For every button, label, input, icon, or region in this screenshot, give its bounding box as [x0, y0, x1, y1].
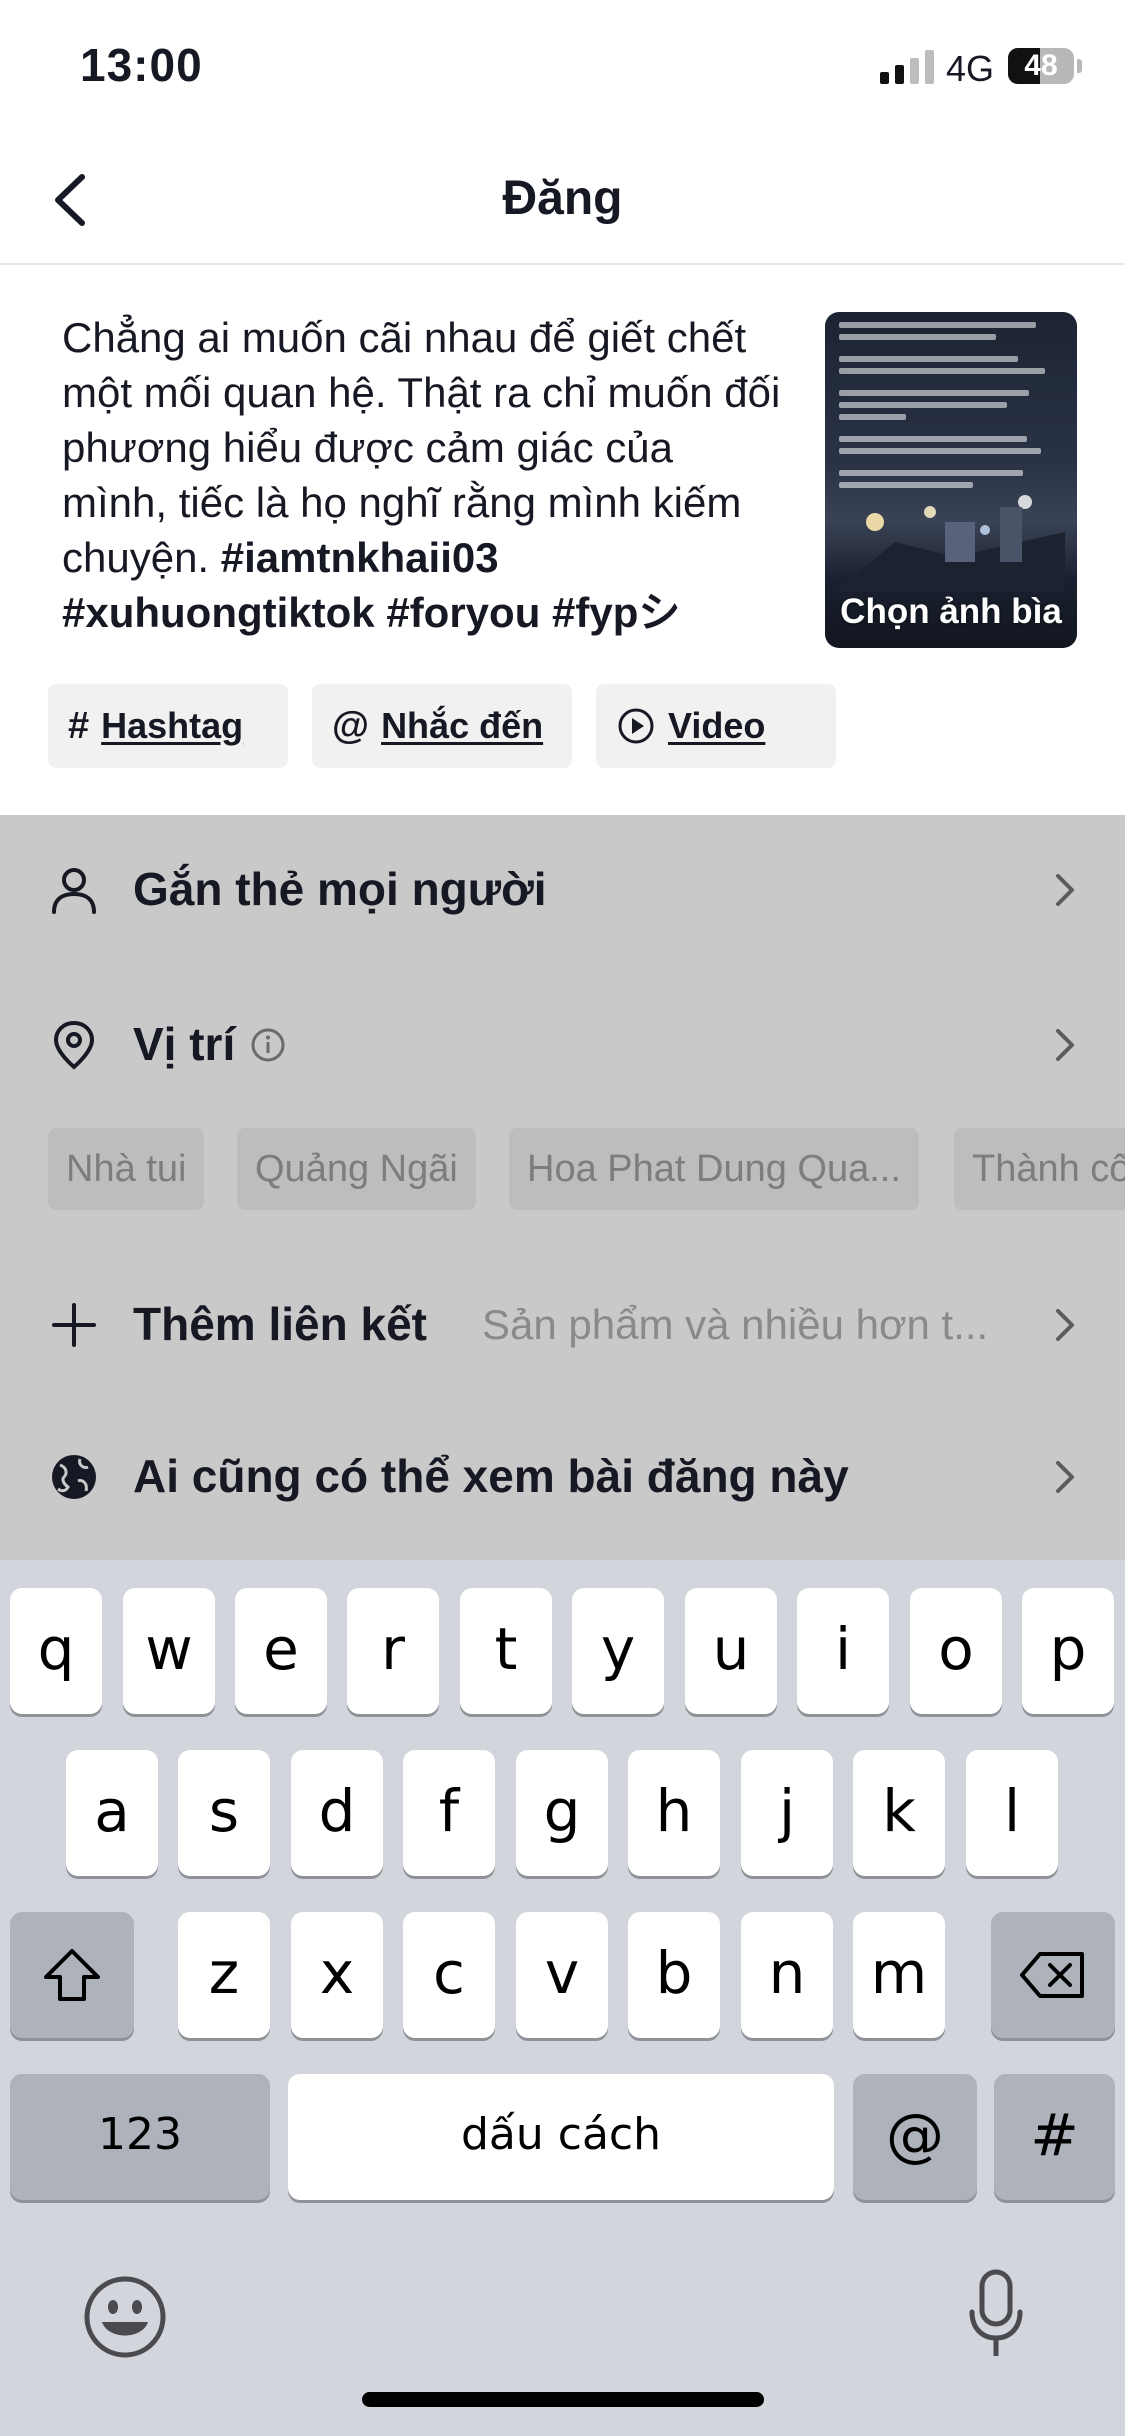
status-bar: 13:00 4G 48 [0, 0, 1125, 135]
tag-people-row[interactable]: Gắn thẻ mọi người [0, 838, 1125, 938]
add-link-hint: Sản phẩm và nhiều hơn t... [482, 1301, 989, 1348]
add-link-row[interactable]: Thêm liên kết Sản phẩm và nhiều hơn t... [0, 1273, 1125, 1373]
signal-icon [880, 50, 934, 84]
at-key[interactable]: @ [853, 2074, 977, 2200]
chevron-right-icon [1056, 1309, 1074, 1341]
location-row[interactable]: Vị trí [0, 993, 1125, 1093]
location-pin-icon [53, 1020, 95, 1070]
key-n[interactable]: n [741, 1912, 833, 2038]
key-j[interactable]: j [741, 1750, 833, 1876]
key-i[interactable]: i [797, 1588, 889, 1714]
key-q[interactable]: q [10, 1588, 102, 1714]
globe-icon [52, 1455, 96, 1499]
key-p[interactable]: p [1022, 1588, 1114, 1714]
key-l[interactable]: l [966, 1750, 1058, 1876]
key-v[interactable]: v [516, 1912, 608, 2038]
mention-label: Nhắc đến [381, 705, 544, 746]
info-icon[interactable] [250, 1027, 286, 1063]
key-g[interactable]: g [516, 1750, 608, 1876]
key-k[interactable]: k [853, 1750, 945, 1876]
hash-key[interactable]: # [994, 2074, 1115, 2200]
nav-bar: Đăng [0, 135, 1125, 265]
mention-chip[interactable]: @ Nhắc đến [312, 684, 572, 768]
key-b[interactable]: b [628, 1912, 720, 2038]
shift-key[interactable] [10, 1912, 134, 2038]
tag-people-label: Gắn thẻ mọi người [133, 863, 547, 915]
person-icon [52, 868, 96, 914]
emoji-icon[interactable] [82, 2274, 168, 2360]
location-chip[interactable]: Hoa Phat Dung Qua... [509, 1128, 919, 1210]
hashtag-label: Hashtag [101, 705, 244, 746]
page-title: Đăng [502, 172, 623, 225]
key-s[interactable]: s [178, 1750, 270, 1876]
key-m[interactable]: m [853, 1912, 945, 2038]
key-r[interactable]: r [347, 1588, 439, 1714]
shift-icon [44, 1949, 100, 2001]
hashtag-icon: # [68, 704, 90, 747]
delete-key[interactable] [991, 1912, 1115, 2038]
video-chip[interactable]: Video [596, 684, 836, 768]
key-x[interactable]: x [291, 1912, 383, 2038]
space-key[interactable]: dấu cách [288, 2074, 834, 2200]
key-h[interactable]: h [628, 1750, 720, 1876]
home-indicator [362, 2392, 764, 2407]
chevron-right-icon [1056, 874, 1074, 906]
location-label: Vị trí [133, 1018, 236, 1070]
network-type: 4G [946, 48, 995, 89]
battery-icon: 48 [1008, 48, 1074, 84]
cover-selector[interactable]: Chọn ảnh bìa [825, 312, 1077, 648]
key-a[interactable]: a [66, 1750, 158, 1876]
key-e[interactable]: e [235, 1588, 327, 1714]
battery-level: 48 [1024, 49, 1058, 82]
cover-text-lines [839, 316, 1063, 494]
battery-nub [1077, 59, 1082, 73]
location-chip[interactable]: Nhà tui [48, 1128, 205, 1210]
keyboard: q w e r t y u i o p a s d f g h j k l z … [0, 1560, 1125, 2436]
numbers-key[interactable]: 123 [10, 2074, 270, 2200]
location-chip[interactable]: Quảng Ngãi [237, 1128, 476, 1210]
key-f[interactable]: f [403, 1750, 495, 1876]
backspace-icon [1020, 1952, 1084, 1998]
key-c[interactable]: c [403, 1912, 495, 2038]
chevron-right-icon [1056, 1461, 1074, 1493]
play-circle-icon [618, 708, 654, 744]
post-settings-panel: Gắn thẻ mọi người Vị trí Nhà tui Quảng N… [0, 815, 1125, 1560]
hashtag-chip[interactable]: # Hashtag [48, 684, 288, 768]
key-o[interactable]: o [910, 1588, 1002, 1714]
location-chip[interactable]: Thành cố [954, 1128, 1125, 1210]
key-u[interactable]: u [685, 1588, 777, 1714]
city-lights-image [835, 495, 1065, 592]
key-z[interactable]: z [178, 1912, 270, 2038]
add-link-label: Thêm liên kết [133, 1298, 427, 1350]
plus-icon [52, 1303, 96, 1347]
key-d[interactable]: d [291, 1750, 383, 1876]
cover-label: Chọn ảnh bìa [840, 592, 1062, 631]
at-icon: @ [332, 704, 370, 747]
chevron-right-icon [1056, 1029, 1074, 1061]
microphone-icon[interactable] [966, 2268, 1026, 2364]
video-label: Video [668, 705, 766, 746]
key-y[interactable]: y [572, 1588, 664, 1714]
key-t[interactable]: t [460, 1588, 552, 1714]
key-w[interactable]: w [123, 1588, 215, 1714]
visibility-label: Ai cũng có thể xem bài đăng này [133, 1450, 849, 1502]
status-time: 13:00 [80, 39, 203, 91]
caption-input[interactable]: Chẳng ai muốn cãi nhau để giết chết một … [62, 310, 782, 640]
visibility-row[interactable]: Ai cũng có thể xem bài đăng này [0, 1425, 1125, 1525]
